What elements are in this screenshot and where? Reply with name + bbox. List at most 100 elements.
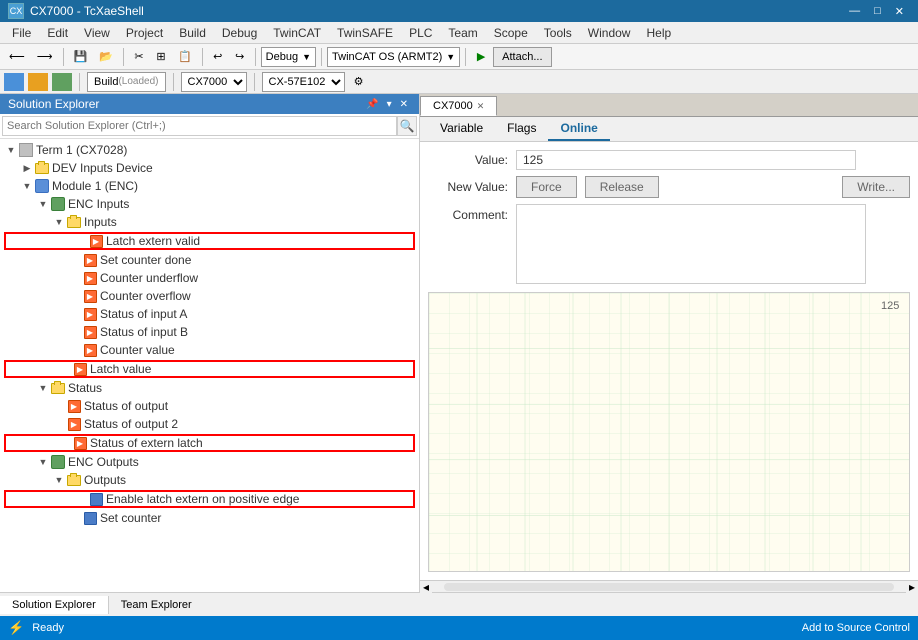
status-out2-label: Status of output 2 [84,417,178,431]
back-btn[interactable]: ⟵ [4,47,30,67]
save-btn[interactable]: 💾 [69,47,93,67]
cut-btn[interactable]: ✂ [129,47,149,67]
tree-node-term1[interactable]: ▼ Term 1 (CX7028) [0,141,419,159]
tree-node-counter-under[interactable]: ▶ Counter underflow [0,269,419,287]
horizontal-scrollbar[interactable]: ◂ ▸ [420,580,918,592]
comment-textarea[interactable] [516,204,866,284]
tree-node-module1[interactable]: ▼ Module 1 (ENC) [0,177,419,195]
status-b-icon: ▶ [82,324,98,340]
tree-node-latch-value[interactable]: ▶ Latch value [4,360,415,378]
chevron-btn[interactable]: ▾ [384,99,395,110]
write-button[interactable]: Write... [842,176,910,198]
forward-btn[interactable]: ⟶ [32,47,58,67]
source-control-label[interactable]: Add to Source Control [802,622,910,634]
enc-inputs-label: ENC Inputs [68,197,129,211]
dev-inputs-label: DEV Inputs Device [52,161,153,175]
expand-status[interactable]: ▼ [36,381,50,395]
expand-module1[interactable]: ▼ [20,179,34,193]
paste-btn[interactable]: 📋 [173,47,197,67]
build-icon3[interactable] [52,73,72,91]
tree-node-status-out[interactable]: ▶ Status of output [0,397,419,415]
release-button[interactable]: Release [585,176,659,198]
open-btn[interactable]: 📂 [94,47,118,67]
status-a-icon: ▶ [82,306,98,322]
tab-flags[interactable]: Flags [495,117,548,141]
solution-explorer-tab[interactable]: Solution Explorer [0,596,109,614]
cx-select[interactable]: CX7000 [181,72,247,92]
status-out-label: Status of output [84,399,168,413]
expand-enc-inputs[interactable]: ▼ [36,197,50,211]
tree-node-status-b[interactable]: ▶ Status of input B [0,323,419,341]
menu-help[interactable]: Help [638,24,679,42]
latch-extern-label: Latch extern valid [106,234,200,248]
expand-enc-outputs[interactable]: ▼ [36,455,50,469]
tree-node-enc-outputs[interactable]: ▼ ENC Outputs [0,453,419,471]
tab-online[interactable]: Online [548,117,609,141]
build-icon1[interactable] [4,73,24,91]
cx-panel: Variable Flags Online Value: 125 New Va [420,117,918,592]
tree-node-counter-val[interactable]: ▶ Counter value [0,341,419,359]
expand-dev[interactable]: ▶ [20,161,34,175]
menu-edit[interactable]: Edit [39,24,76,42]
set-counter-icon: ▶ [82,252,98,268]
tree-node-status-extern[interactable]: ▶ Status of extern latch [4,434,415,452]
tree-node-set-counter2[interactable]: Set counter [0,509,419,527]
scroll-left-btn[interactable]: ◂ [420,581,432,593]
latch-value-label: Latch value [90,362,151,376]
attach-btn[interactable]: Attach... [493,47,551,67]
play-btn[interactable]: ▶ [471,47,491,67]
tree-node-inputs[interactable]: ▼ Inputs [0,213,419,231]
enc-outputs-label: ENC Outputs [68,455,139,469]
menu-debug[interactable]: Debug [214,24,265,42]
tree-node-outputs[interactable]: ▼ Outputs [0,471,419,489]
expand-inputs[interactable]: ▼ [52,215,66,229]
config-dropdown[interactable]: Debug ▼ [261,47,316,67]
tree-node-dev-inputs[interactable]: ▶ DEV Inputs Device [0,159,419,177]
menu-project[interactable]: Project [118,24,171,42]
search-icon[interactable]: 🔍 [397,116,417,136]
target-dropdown[interactable]: TwinCAT OS (ARMT2) ▼ [327,47,460,67]
menu-view[interactable]: View [76,24,118,42]
tree-node-status[interactable]: ▼ Status [0,379,419,397]
pin-btn[interactable]: 📌 [363,99,381,110]
search-input[interactable] [2,116,397,136]
team-explorer-tab[interactable]: Team Explorer [109,596,204,614]
counter-under-label: Counter underflow [100,271,198,285]
tree-node-set-counter[interactable]: ▶ Set counter done [0,251,419,269]
minimize-btn[interactable]: — [843,1,866,21]
tree-node-enable-latch[interactable]: Enable latch extern on positive edge [4,490,415,508]
window-controls[interactable]: — □ ✕ [843,1,910,21]
menu-build[interactable]: Build [171,24,214,42]
menu-file[interactable]: File [4,24,39,42]
menu-tools[interactable]: Tools [536,24,580,42]
tab-close-btn[interactable]: ✕ [477,101,485,112]
tree-node-latch-extern[interactable]: ▶ Latch extern valid [4,232,415,250]
scroll-right-btn[interactable]: ▸ [906,581,918,593]
panel-header-buttons[interactable]: 📌 ▾ ✕ [363,99,411,110]
tab-cx7000[interactable]: CX7000 ✕ [420,96,497,116]
tree-node-enc-inputs[interactable]: ▼ ENC Inputs [0,195,419,213]
menu-plc[interactable]: PLC [401,24,440,42]
menu-twincat[interactable]: TwinCAT [265,24,329,42]
tree-node-status-a[interactable]: ▶ Status of input A [0,305,419,323]
copy-btn[interactable]: ⊞ [151,47,171,67]
more-btn[interactable]: ⚙ [349,72,369,92]
force-button[interactable]: Force [516,176,577,198]
menu-twinsafe[interactable]: TwinSAFE [329,24,401,42]
build-icon2[interactable] [28,73,48,91]
tab-variable[interactable]: Variable [428,117,495,141]
tree-node-status-out2[interactable]: ▶ Status of output 2 [0,415,419,433]
redo-btn[interactable]: ↪ [230,47,250,67]
close-btn[interactable]: ✕ [889,1,910,21]
expand-term1[interactable]: ▼ [4,143,18,157]
menu-window[interactable]: Window [580,24,639,42]
build-label-btn[interactable]: Build (Loaded) [87,72,166,92]
close-panel-btn[interactable]: ✕ [397,99,411,110]
undo-btn[interactable]: ↩ [208,47,228,67]
menu-scope[interactable]: Scope [486,24,536,42]
menu-team[interactable]: Team [440,24,485,42]
tree-node-counter-over[interactable]: ▶ Counter overflow [0,287,419,305]
target-select[interactable]: CX-57E102 [262,72,345,92]
maximize-btn[interactable]: □ [868,1,887,21]
expand-outputs[interactable]: ▼ [52,473,66,487]
